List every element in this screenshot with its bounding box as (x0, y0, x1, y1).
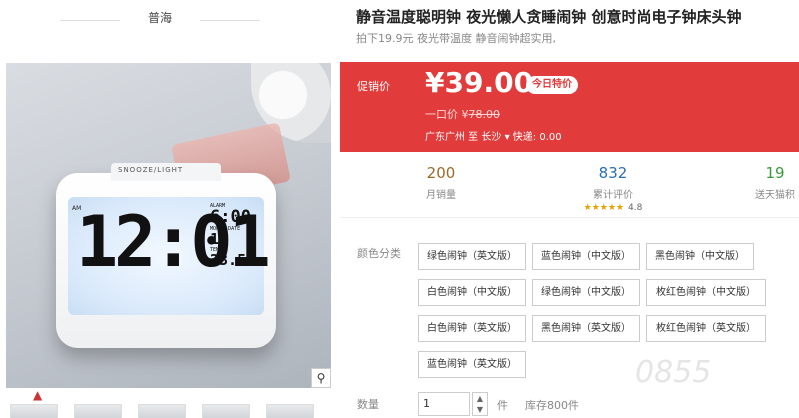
rating-value: 4.8 (628, 203, 643, 213)
tmall-points: 19 送天猫积 (720, 164, 799, 201)
monthly-sales-count: 200 (426, 164, 456, 182)
watermark: 0855 (635, 355, 712, 390)
alarm-time: 6:00 (210, 207, 251, 227)
review-count: 832 (598, 164, 628, 182)
product-title: 静音温度聪明钟 夜光懒人贪睡闹钟 创意时尚电子钟床头钟 (356, 8, 742, 26)
option-button[interactable]: 蓝色闹钟（中文版） (532, 243, 640, 270)
product-subtitle: 拍下19.9元 夜光带温度 静音闹钟超实用, (356, 32, 556, 45)
today-special-badge: 今日特价 (526, 76, 578, 94)
brand-divider-right (200, 20, 260, 21)
thumbnail[interactable] (138, 404, 186, 418)
product-image[interactable]: SNOOZE/LIGHT AM 12:01 ALARM 6:00 MONTH D… (6, 63, 331, 388)
quantity-unit: 件 (497, 399, 508, 412)
shipping-fee: 快递: 0.00 (512, 132, 562, 143)
chevron-down-icon: ▾ (504, 132, 510, 143)
option-button[interactable]: 枚红色闹钟（英文版） (646, 315, 766, 342)
chevron-down-icon[interactable]: ▼ (477, 405, 483, 414)
date-value: 11 (210, 230, 229, 248)
brand-divider-left (60, 20, 120, 21)
clock-button-text: SNOOZE/LIGHT (118, 166, 184, 174)
original-price-value: 78.00 (468, 108, 501, 121)
option-button[interactable]: 黑色闹钟（中文版） (646, 243, 754, 270)
original-price-label: 一口价 ¥ (425, 108, 469, 121)
rating-stars: ★★★★★ 4.8 (558, 203, 668, 213)
chevron-up-icon[interactable]: ▲ (33, 388, 42, 402)
option-button[interactable]: 黑色闹钟（英文版） (532, 315, 640, 342)
ship-to-dropdown[interactable]: 长沙 ▾ (481, 132, 509, 143)
color-category-label: 颜色分类 (357, 247, 401, 260)
option-button[interactable]: 枚红色闹钟（中文版） (646, 279, 766, 306)
option-button[interactable]: 白色闹钟（中文版） (418, 279, 526, 306)
quantity-stepper[interactable]: ▲ ▼ (472, 392, 488, 416)
monthly-sales: 200 月销量 (386, 164, 496, 201)
option-button[interactable]: 绿色闹钟（英文版） (418, 243, 526, 270)
ship-to: 长沙 (481, 132, 502, 143)
reviews[interactable]: 832 累计评价 ★★★★★ 4.8 (558, 164, 668, 213)
points-count: 19 (765, 164, 785, 182)
option-button[interactable]: 白色闹钟（英文版） (418, 315, 526, 342)
original-price: 一口价 ¥78.00 (425, 106, 500, 122)
review-label: 累计评价 (593, 190, 633, 201)
thumbnail[interactable] (10, 404, 58, 418)
monthly-sales-label: 月销量 (426, 190, 456, 201)
promo-price-label: 促销价 (357, 80, 390, 93)
thumbnail[interactable] (266, 404, 314, 418)
current-price: ¥39.00 (425, 66, 534, 99)
thumbnail[interactable] (74, 404, 122, 418)
quantity-label: 数量 (357, 398, 379, 411)
search-icon[interactable]: ⚲ (311, 368, 331, 388)
chevron-up-icon[interactable]: ▲ (477, 394, 483, 403)
stats-bar: 200 月销量 832 累计评价 ★★★★★ 4.8 19 送天猫积 (340, 152, 799, 218)
option-button[interactable]: 蓝色闹钟（英文版） (418, 351, 526, 378)
thumbnail[interactable] (202, 404, 250, 418)
ship-from: 广东广州 至 (425, 132, 479, 143)
shop-brand[interactable]: 普海 (120, 9, 200, 26)
clock-side-panel: ALARM 6:00 MONTH DATE 11 TEMP 23.5 (210, 203, 262, 268)
temp-value: 23.5 (210, 251, 247, 269)
clock-screen: AM 12:01 ALARM 6:00 MONTH DATE 11 TEMP 2… (68, 197, 271, 315)
option-button[interactable]: 绿色闹钟（中文版） (532, 279, 640, 306)
shipping-info: 广东广州 至 长沙 ▾ 快递: 0.00 (425, 128, 562, 143)
quantity-input[interactable]: 1 (418, 392, 470, 416)
stock-count: 库存800件 (525, 399, 579, 412)
alarm-clock: SNOOZE/LIGHT AM 12:01 ALARM 6:00 MONTH D… (56, 163, 276, 348)
points-label: 送天猫积 (755, 190, 795, 201)
star-icon: ★★★★★ (583, 203, 624, 213)
